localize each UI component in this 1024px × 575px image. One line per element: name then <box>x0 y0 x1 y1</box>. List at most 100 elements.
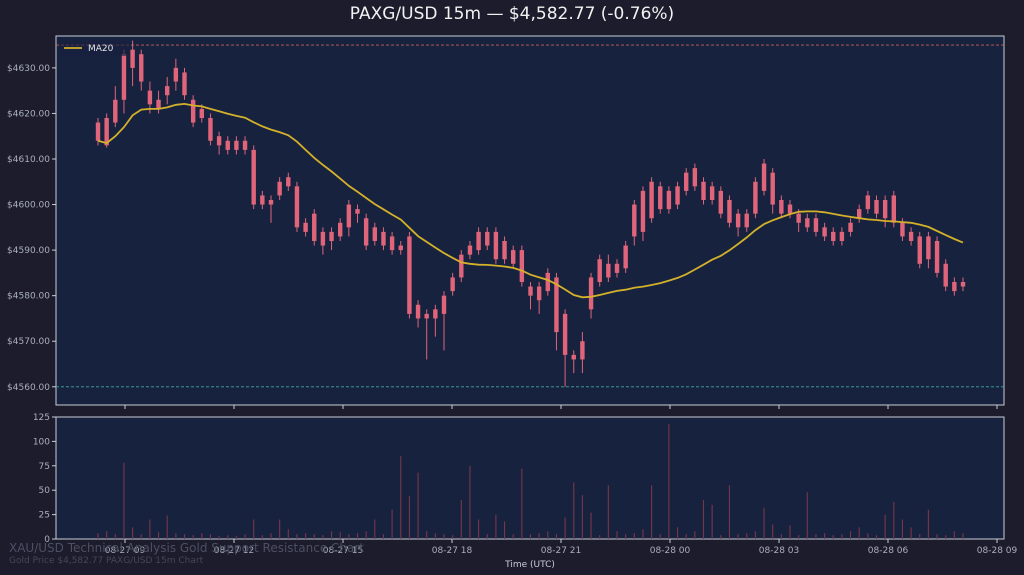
candle-body <box>623 245 628 269</box>
legend-ma20-label: MA20 <box>88 44 114 54</box>
candle-body <box>216 136 222 146</box>
candle-body <box>813 218 819 232</box>
candle-body <box>121 54 127 100</box>
candle-body <box>225 140 230 150</box>
x-tick-label: 08-27 18 <box>432 546 473 556</box>
price-tick-label: $4600.00 <box>7 201 50 211</box>
candle-body <box>441 295 447 314</box>
candle-body <box>926 236 931 260</box>
candle-body <box>839 231 845 241</box>
candle-body <box>874 200 879 214</box>
candle-body <box>632 204 637 237</box>
candle-body <box>251 149 256 205</box>
candle-body <box>848 222 853 232</box>
volume-tick-label: 50 <box>39 486 51 496</box>
x-tick-label: 08-28 00 <box>650 546 691 556</box>
candle-body <box>891 195 896 223</box>
volume-tick-label: 25 <box>39 511 50 521</box>
candle-body <box>658 186 663 210</box>
candle-body <box>182 72 187 96</box>
chart-canvas: $4560.00 $4570.00 $4580.00 $4590.00 $4600.00… <box>7 35 1018 570</box>
price-tick-label: $4630.00 <box>7 64 50 74</box>
candle-body <box>943 263 948 287</box>
candle-body <box>528 286 533 296</box>
candle-body <box>735 213 741 228</box>
volume-panel-frame <box>55 416 1005 540</box>
candle-body <box>156 99 161 109</box>
candle-body <box>822 227 827 237</box>
candle-body <box>433 309 438 319</box>
candle-body <box>666 190 672 210</box>
candle-body <box>649 181 654 219</box>
price-tick-label: $4620.00 <box>7 109 50 119</box>
candle-body <box>640 190 646 232</box>
x-tick-label: 08-28 03 <box>759 546 799 556</box>
candle-body <box>139 54 144 82</box>
candle-body <box>857 209 862 219</box>
candle-body <box>779 200 784 214</box>
candle-body <box>485 231 490 246</box>
candle-body <box>199 108 204 118</box>
x-axis-label: Time (UTC) <box>504 560 555 570</box>
candle-body <box>753 181 758 214</box>
candle-body <box>467 245 473 255</box>
price-tick-label: $4560.00 <box>7 383 50 393</box>
x-tick-label: 08-28 06 <box>868 546 909 556</box>
candle-body <box>312 213 317 241</box>
candle-body <box>338 222 343 237</box>
candle-body <box>770 172 775 205</box>
candle-body <box>952 282 957 292</box>
candle-body <box>242 140 248 150</box>
candle-body <box>294 186 300 228</box>
candle-body <box>511 250 516 264</box>
candle-body <box>684 172 689 191</box>
candle-body <box>424 313 429 319</box>
candle-body <box>588 277 594 310</box>
candle-body <box>597 259 602 282</box>
candle-body <box>865 195 871 210</box>
candle-body <box>173 67 179 82</box>
candle-body <box>502 241 507 260</box>
candle-body <box>701 181 706 200</box>
candle-body <box>320 231 326 246</box>
candle-body <box>268 200 274 205</box>
candle-body <box>476 231 481 251</box>
candle-body <box>796 213 801 223</box>
candle-body <box>415 304 421 319</box>
volume-tick-label: 100 <box>33 437 50 447</box>
watermark-title: XAU/USD Technical Analysis Gold Support … <box>9 541 364 555</box>
price-panel: $4560.00 $4570.00 $4580.00 $4590.00 $4600.00… <box>7 35 1005 406</box>
candle-body <box>234 140 239 150</box>
candle-body <box>346 204 352 228</box>
candle-body <box>208 118 213 141</box>
candle-body <box>95 122 101 141</box>
candle-body <box>709 186 715 200</box>
candle-body <box>545 272 550 292</box>
candle-body <box>519 250 525 282</box>
price-tick-label: $4570.00 <box>7 337 50 347</box>
candle-body <box>381 231 386 246</box>
candle-body <box>190 99 196 123</box>
volume-tick-label: 75 <box>39 462 50 472</box>
candle-body <box>113 99 118 123</box>
candle-body <box>286 177 291 187</box>
candle-body <box>900 222 905 237</box>
candle-body <box>165 86 170 96</box>
legend: MA20 <box>60 41 130 56</box>
candle-body <box>493 231 499 260</box>
candle-body <box>562 313 568 355</box>
candle-body <box>831 231 836 241</box>
candle-body <box>718 190 723 214</box>
price-tick-label: $4610.00 <box>7 155 50 165</box>
x-tick-label: 08-27 21 <box>541 546 581 556</box>
candle-body <box>917 236 922 264</box>
candle-body <box>882 200 888 219</box>
candle-body <box>260 195 265 205</box>
price-panel-frame <box>55 35 1005 406</box>
watermark-subtitle: Gold Price $4,582.77 PAXG/USD 15m Chart <box>9 556 204 566</box>
candle-body <box>372 227 377 241</box>
volume-panel: 0255075100125 <box>33 413 1005 545</box>
candle-body <box>580 341 585 360</box>
candle-body <box>960 282 966 287</box>
candle-body <box>787 204 793 214</box>
